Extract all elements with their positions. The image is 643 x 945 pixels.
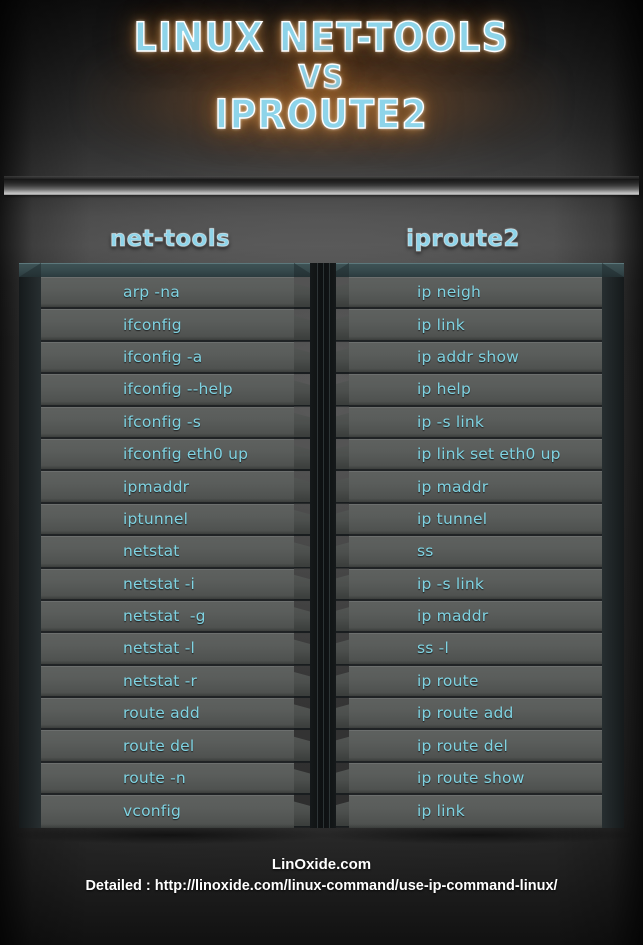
spine-highlight-line xyxy=(329,263,330,828)
command-label: ifconfig eth0 up xyxy=(123,445,249,464)
command-label: ip -s link xyxy=(417,574,485,593)
right-table-shadow xyxy=(318,826,638,844)
net-tools-row-list: arp -na ifconfig ifconfig -a ifconfig --hel… xyxy=(41,277,294,828)
table-row: ip maddr xyxy=(349,471,602,504)
table-row: ip help xyxy=(349,374,602,407)
command-label: route add xyxy=(123,704,200,723)
table-row: netstat -i xyxy=(41,568,294,601)
command-label: ip link xyxy=(417,802,465,821)
table-row: route del xyxy=(41,730,294,763)
table-row: vconfig xyxy=(41,795,294,828)
command-label: netstat xyxy=(123,542,180,561)
table-top-cap xyxy=(19,263,316,277)
poster-footer: LinOxide.com Detailed : http://linoxide.… xyxy=(0,856,643,894)
command-label: ip link set eth0 up xyxy=(417,445,561,464)
table-row: ifconfig -a xyxy=(41,341,294,375)
table-row: ip route del xyxy=(349,730,602,763)
command-label: ip -s link xyxy=(417,412,485,431)
command-label: arp -na xyxy=(123,283,180,302)
command-label: netstat -g xyxy=(123,607,206,626)
table-row: route add xyxy=(41,698,294,731)
title-line-2: VS xyxy=(298,58,345,96)
table-row: netstat -l xyxy=(41,633,294,666)
table-row: ip tunnel xyxy=(349,503,602,537)
command-label: ip route del xyxy=(417,736,509,755)
title-line-1: LINUX NET-TOOLS xyxy=(133,15,510,61)
column-header-iproute2: iproute2 xyxy=(406,226,520,253)
command-label: ip link xyxy=(417,315,465,334)
command-label: ip tunnel xyxy=(417,509,488,528)
table-side-face-right xyxy=(602,277,624,828)
command-label: ip route add xyxy=(417,704,514,723)
table-row: ip link set eth0 up xyxy=(349,438,602,472)
table-row: ip link xyxy=(349,309,602,342)
command-label: ip neigh xyxy=(417,283,482,302)
title-line-3: IPROUTE2 xyxy=(214,92,429,138)
poster-title: LINUX NET-TOOLS VS IPROUTE2 xyxy=(0,15,643,168)
command-label: ifconfig -a xyxy=(123,347,203,366)
table-row: iptunnel xyxy=(41,503,294,537)
command-label: ip addr show xyxy=(417,347,520,366)
table-row: ip addr show xyxy=(349,341,602,375)
iproute2-row-list: ip neigh ip link ip addr show ip help ip -s … xyxy=(349,277,602,828)
section-divider-bar xyxy=(4,180,639,195)
cap-bevel-right xyxy=(602,263,624,277)
iproute2-command-table: ip neigh ip link ip addr show ip help ip -s … xyxy=(327,263,624,828)
command-label: ss -l xyxy=(417,639,449,658)
table-row: ifconfig -s xyxy=(41,406,294,439)
table-row: netstat -r xyxy=(41,665,294,699)
command-label: ip maddr xyxy=(417,477,489,496)
command-label: ifconfig --help xyxy=(123,380,233,399)
table-row: ip route add xyxy=(349,698,602,731)
command-label: ifconfig -s xyxy=(123,412,201,431)
net-tools-command-table: arp -na ifconfig ifconfig -a ifconfig --hel… xyxy=(19,263,316,828)
table-row: ifconfig xyxy=(41,309,294,342)
spine-highlight-line xyxy=(323,263,324,828)
cap-bevel-left xyxy=(19,263,41,277)
table-row: netstat xyxy=(41,536,294,569)
table-row: ip link xyxy=(349,795,602,828)
table-row: ip maddr xyxy=(349,600,602,634)
command-label: ipmaddr xyxy=(123,477,190,496)
left-table-shadow xyxy=(10,826,330,844)
table-row: route -n xyxy=(41,762,294,796)
center-spine-divider xyxy=(310,263,336,828)
command-label: netstat -i xyxy=(123,574,195,593)
command-label: iptunnel xyxy=(123,509,189,528)
command-label: ip help xyxy=(417,380,471,399)
command-label: netstat -r xyxy=(123,671,198,690)
table-row: ifconfig eth0 up xyxy=(41,438,294,472)
table-row: ip -s link xyxy=(349,406,602,439)
command-label: route -n xyxy=(123,769,186,788)
command-label: ip route xyxy=(417,671,479,690)
table-row: ip route xyxy=(349,665,602,699)
table-row: ip neigh xyxy=(349,277,602,310)
footer-brand: LinOxide.com xyxy=(271,856,372,873)
table-row: ip route show xyxy=(349,762,602,796)
table-row: arp -na xyxy=(41,277,294,310)
table-row: ss -l xyxy=(349,633,602,666)
command-label: ip maddr xyxy=(417,607,489,626)
table-row: ss xyxy=(349,536,602,569)
infographic-poster: LINUX NET-TOOLS VS IPROUTE2 net-tools ip… xyxy=(0,0,643,945)
command-label: ifconfig xyxy=(123,315,182,334)
table-row: ifconfig --help xyxy=(41,374,294,407)
command-label: route del xyxy=(123,736,195,755)
table-row: netstat -g xyxy=(41,600,294,634)
command-label: vconfig xyxy=(123,802,182,821)
command-label: ip route show xyxy=(417,769,525,788)
footer-url: Detailed : http://linoxide.com/linux-com… xyxy=(85,878,558,894)
command-label: ss xyxy=(417,542,434,561)
table-top-cap xyxy=(327,263,624,277)
column-header-net-tools: net-tools xyxy=(109,226,231,253)
spine-highlight-line xyxy=(317,263,318,828)
table-row: ipmaddr xyxy=(41,471,294,504)
table-side-face-left xyxy=(19,277,41,828)
command-label: netstat -l xyxy=(123,639,195,658)
table-row: ip -s link xyxy=(349,568,602,601)
